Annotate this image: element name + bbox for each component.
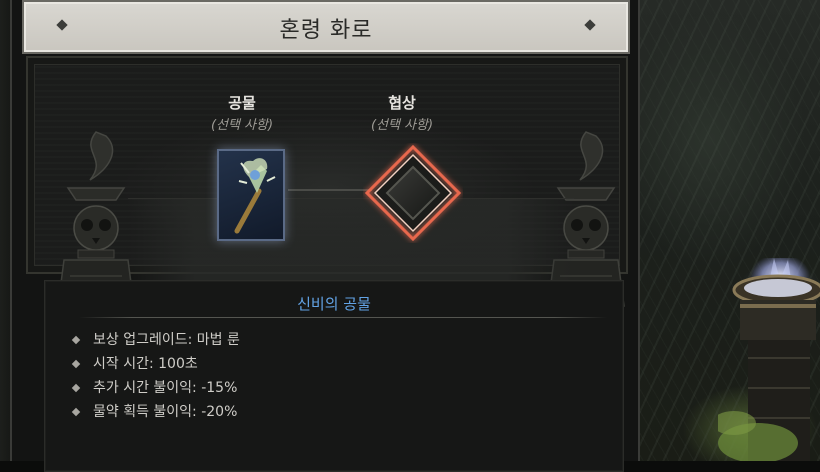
tribute-slot[interactable] bbox=[211, 145, 289, 243]
pact-optional: (선택 사항) bbox=[370, 118, 434, 133]
info-item-text: 보상 업그레이드: 마법 룬 bbox=[93, 332, 240, 348]
info-list: 보상 업그레이드: 마법 룬 시작 시간: 100초 추가 시간 불이익: -1… bbox=[67, 329, 240, 425]
info-divider bbox=[79, 317, 607, 318]
tribute-optional: (선택 사항) bbox=[210, 118, 274, 133]
title-bar: 혼령 화로 bbox=[22, 0, 630, 54]
offering-panel bbox=[26, 56, 628, 307]
tribute-card-icon bbox=[217, 149, 285, 241]
pact-diamond-icon[interactable] bbox=[363, 143, 463, 243]
diamond-bullet-icon bbox=[71, 335, 81, 345]
info-item-text: 시작 시간: 100초 bbox=[93, 356, 198, 372]
list-item: 시작 시간: 100초 bbox=[67, 353, 240, 377]
tribute-label: 공물 (선택 사항) bbox=[177, 92, 307, 133]
tribute-name: 공물 bbox=[228, 94, 256, 112]
brazier-icon bbox=[718, 258, 820, 461]
spirit-brazier-window: 혼령 화로 공물 (선택 사항) 협상 (선택 사항) 신비의 공물 보상 업그… bbox=[10, 0, 640, 472]
list-item: 보상 업그레이드: 마법 룬 bbox=[67, 329, 240, 353]
diamond-bullet-icon bbox=[71, 407, 81, 417]
info-title: 신비의 공물 bbox=[297, 295, 371, 313]
info-item-text: 추가 시간 불이익: -15% bbox=[93, 380, 238, 396]
list-item: 물약 획득 불이익: -20% bbox=[67, 401, 240, 425]
window-title: 혼령 화로 bbox=[279, 18, 373, 43]
diamond-bullet-icon bbox=[71, 383, 81, 393]
world-background bbox=[630, 0, 820, 461]
list-item: 추가 시간 불이익: -15% bbox=[67, 377, 240, 401]
slot-connector bbox=[288, 189, 372, 191]
offering-info-panel: 신비의 공물 보상 업그레이드: 마법 룬 시작 시간: 100초 추가 시간 … bbox=[44, 280, 624, 472]
info-item-text: 물약 획득 불이익: -20% bbox=[93, 404, 238, 420]
ornament-band bbox=[128, 198, 574, 292]
pact-name: 협상 bbox=[388, 94, 416, 112]
diamond-bullet-icon bbox=[71, 359, 81, 369]
pact-label: 협상 (선택 사항) bbox=[337, 92, 467, 133]
